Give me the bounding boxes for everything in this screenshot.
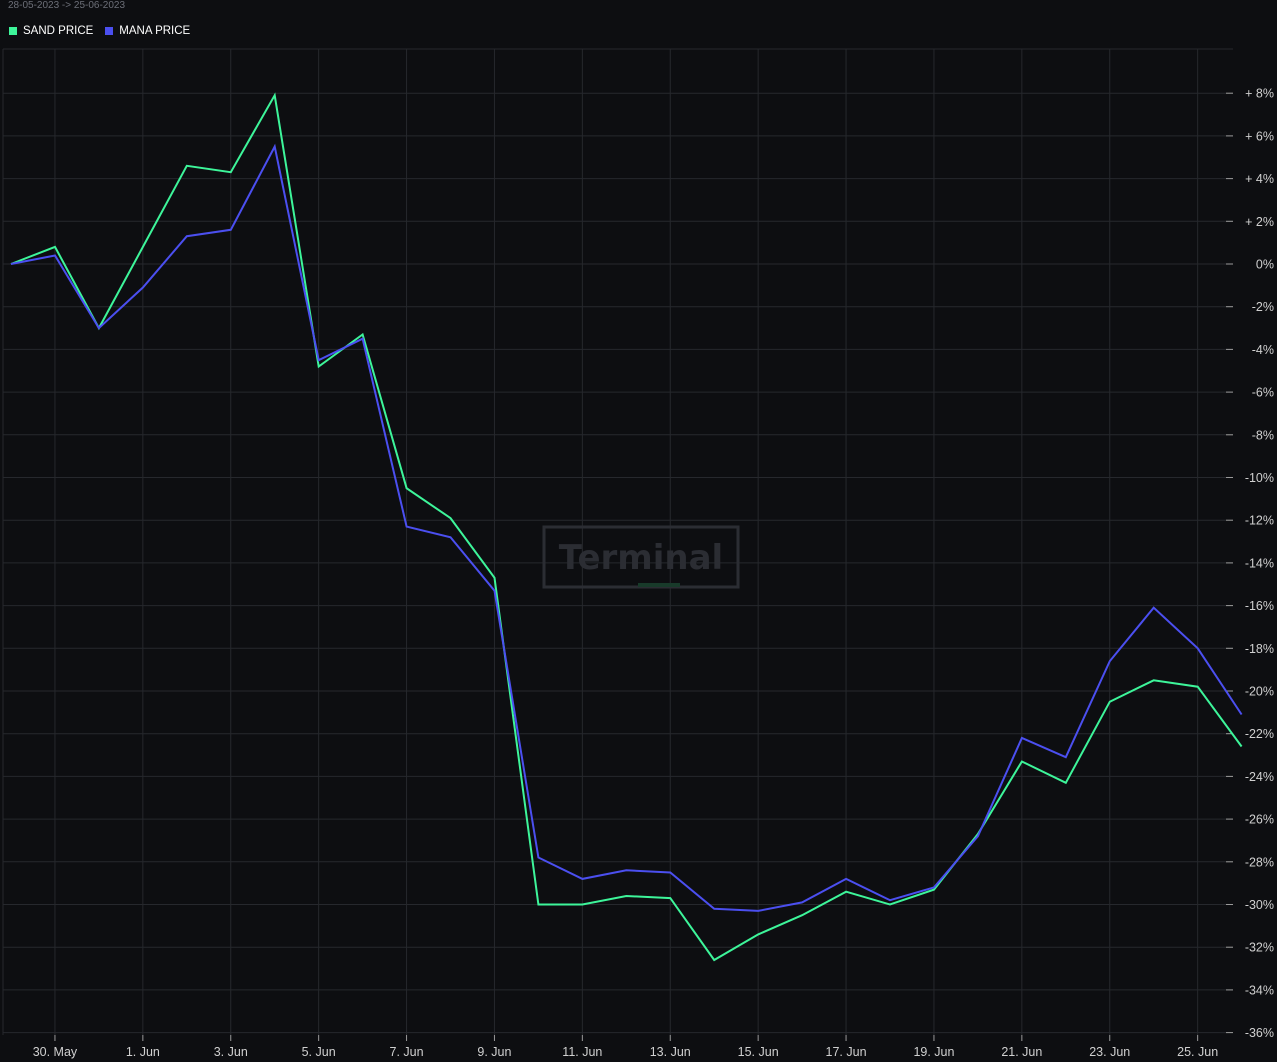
y-tick-label: -8%: [1252, 428, 1274, 442]
watermark-underline: [638, 583, 680, 587]
x-tick-label: 11. Jun: [562, 1045, 602, 1059]
y-tick-label: -12%: [1245, 514, 1274, 528]
y-tick-label: + 4%: [1245, 172, 1274, 186]
x-tick-label: 13. Jun: [650, 1045, 691, 1059]
y-axis: + 8% + 6% + 4% + 2% 0% -2% -4% -6% -8% -10% -12% -1…: [1226, 87, 1274, 1040]
mana-price-line[interactable]: [10, 143, 1243, 912]
y-tick-label: -4%: [1252, 343, 1274, 357]
x-tick-label: 1. Jun: [126, 1045, 160, 1059]
line-chart: Terminal + 8% + 6% + 4% + 2% 0% -2% -4% -6% -8% -…: [2, 48, 1274, 1059]
x-axis: 30. May 1. Jun 3. Jun 5. Jun 7. Jun 9. Jun 11.…: [33, 1035, 1218, 1059]
y-tick-label: -30%: [1245, 898, 1274, 912]
x-tick-label: 15. Jun: [738, 1045, 779, 1059]
y-tick-label: -22%: [1245, 727, 1274, 741]
y-tick-label: -10%: [1245, 471, 1274, 485]
y-tick-label: -36%: [1245, 1026, 1274, 1040]
y-tick-label: + 6%: [1245, 129, 1274, 143]
y-tick-label: -20%: [1245, 685, 1274, 699]
x-tick-label: 19. Jun: [913, 1045, 954, 1059]
y-tick-label: -34%: [1245, 983, 1274, 997]
y-tick-label: -32%: [1245, 941, 1274, 955]
y-tick-label: -26%: [1245, 813, 1274, 827]
terminal-watermark: Terminal: [542, 525, 740, 589]
x-tick-label: 30. May: [33, 1045, 78, 1059]
y-tick-label: -24%: [1245, 770, 1274, 784]
y-tick-label: -2%: [1252, 300, 1274, 314]
y-tick-label: -18%: [1245, 642, 1274, 656]
x-tick-label: 9. Jun: [477, 1045, 511, 1059]
x-tick-label: 25. Jun: [1177, 1045, 1218, 1059]
y-tick-label: 0%: [1256, 258, 1274, 272]
x-tick-label: 21. Jun: [1001, 1045, 1042, 1059]
x-tick-label: 3. Jun: [214, 1045, 248, 1059]
x-tick-label: 23. Jun: [1089, 1045, 1130, 1059]
y-tick-label: + 8%: [1245, 87, 1274, 101]
y-tick-label: -6%: [1252, 386, 1274, 400]
watermark-text: Terminal: [559, 538, 723, 578]
x-tick-label: 7. Jun: [390, 1045, 424, 1059]
y-tick-label: -14%: [1245, 556, 1274, 570]
y-tick-label: -16%: [1245, 599, 1274, 613]
y-tick-label: + 2%: [1245, 215, 1274, 229]
x-tick-label: 5. Jun: [302, 1045, 336, 1059]
x-tick-label: 17. Jun: [826, 1045, 867, 1059]
y-tick-label: -28%: [1245, 855, 1274, 869]
